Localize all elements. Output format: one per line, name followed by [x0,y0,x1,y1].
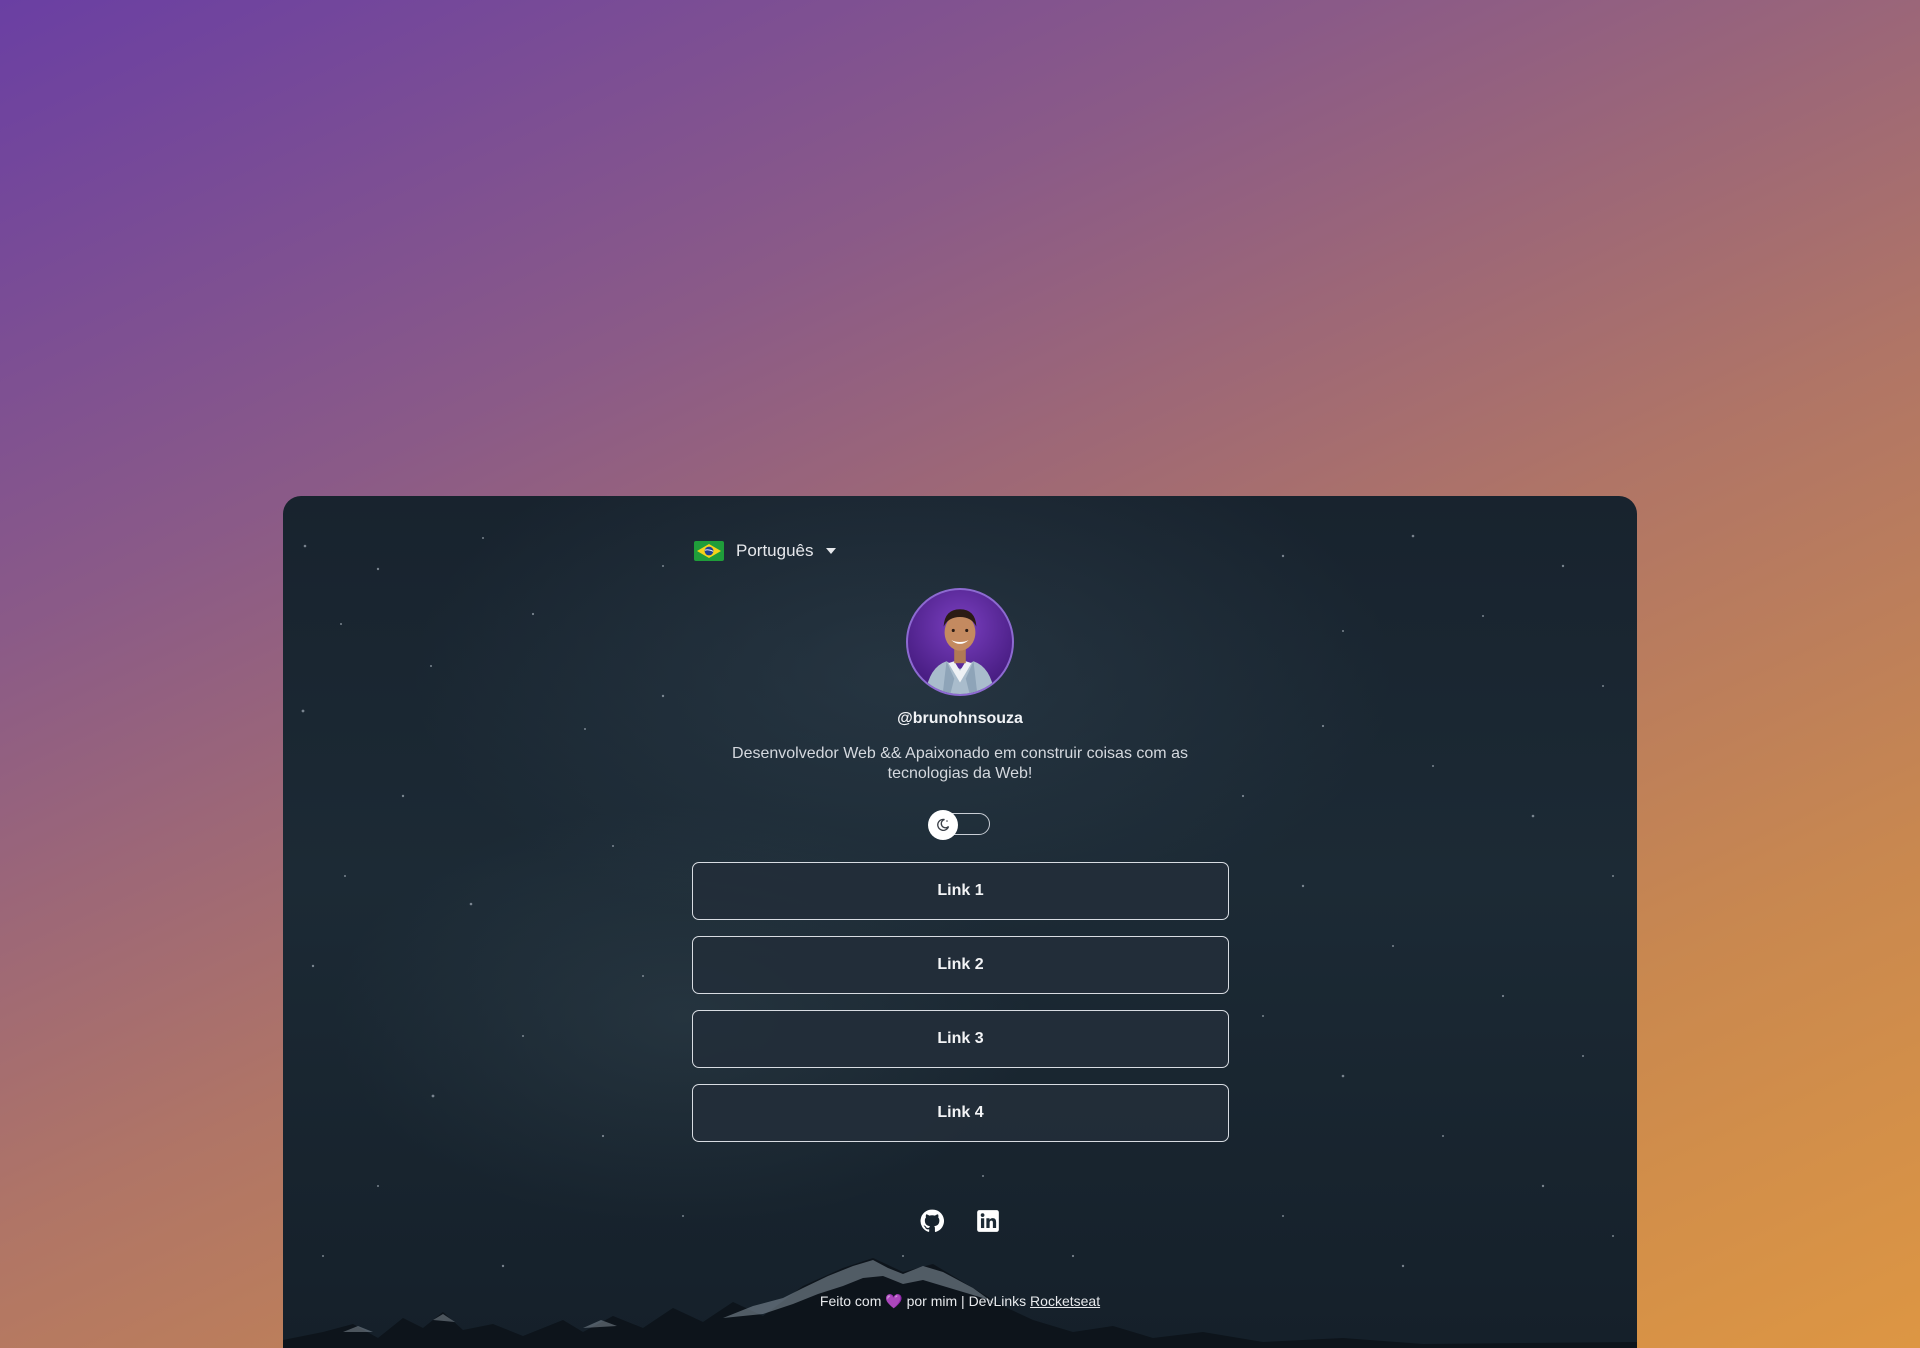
rocketseat-link[interactable]: Rocketseat [1030,1293,1100,1309]
avatar [906,588,1014,696]
language-label: Português [736,541,814,560]
heart-icon: 💜 [885,1293,903,1309]
profile-handle: @brunohnsouza [897,710,1023,727]
footer-prefix: Feito com [819,1293,882,1309]
chevron-down-icon [825,548,836,554]
footer: Feito com 💜 por mim | DevLinks Rocketsea… [283,1293,1637,1310]
toggle-knob[interactable] [928,810,958,840]
profile-bio: Desenvolvedor Web && Apaixonado em const… [732,745,1188,782]
linkedin-icon[interactable] [975,1208,1001,1234]
main-card: Português @brunohnsouza Desenvolvedor We… [283,496,1637,1348]
mountain-silhouette [283,1258,1637,1348]
brazil-flag-icon [694,541,724,561]
links-list: Link 1 Link 2 Link 3 Link 4 [692,862,1229,1158]
link-button-3[interactable]: Link 3 [692,1010,1229,1068]
language-selector[interactable]: Português [694,538,836,564]
avatar-portrait [925,609,995,694]
social-links [919,1208,1001,1234]
moon-icon [937,818,950,831]
link-button-1[interactable]: Link 1 [692,862,1229,920]
github-icon[interactable] [919,1208,945,1234]
link-button-2[interactable]: Link 2 [692,936,1229,994]
link-button-4[interactable]: Link 4 [692,1084,1229,1142]
footer-middle: por mim | DevLinks [906,1293,1027,1309]
theme-toggle[interactable] [928,810,992,840]
